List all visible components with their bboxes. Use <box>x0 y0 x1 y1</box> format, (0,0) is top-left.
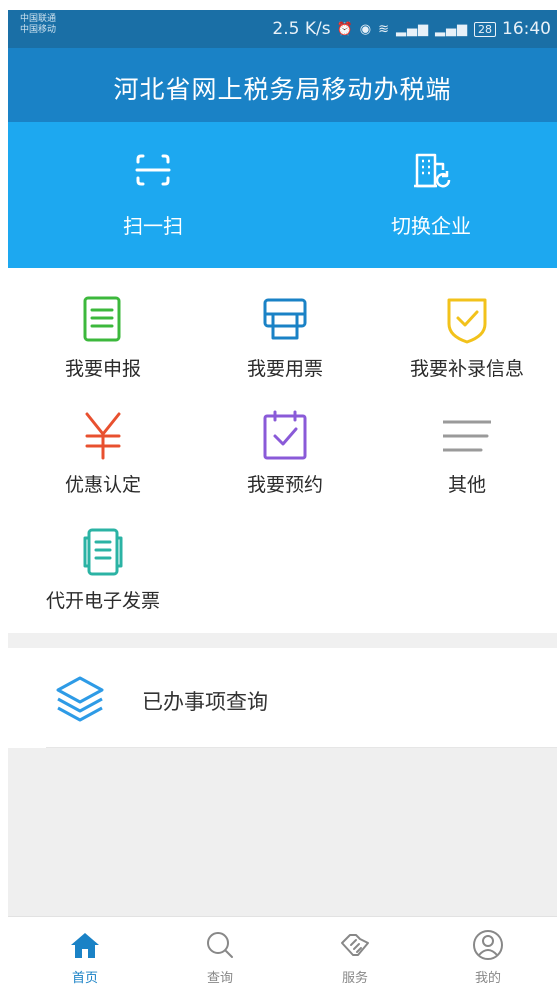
empty-area <box>8 748 557 916</box>
menu-lines-icon <box>443 420 491 452</box>
grid-item-discount[interactable]: 优惠认定 <box>18 410 188 497</box>
clock: 16:40 <box>502 19 551 39</box>
carrier-info: 中国联通 中国移动 <box>20 14 56 36</box>
declare-doc-icon <box>83 296 121 342</box>
signal-icon: ▂▄▆ <box>396 21 429 37</box>
home-icon <box>71 933 99 958</box>
tab-service-label: 服务 <box>341 971 368 984</box>
tab-service[interactable]: 服务 <box>315 929 395 984</box>
section-divider <box>8 633 557 648</box>
user-icon <box>473 930 503 960</box>
wifi-icon: ≋ <box>378 21 390 37</box>
shield-check-icon <box>447 298 487 344</box>
grid-item-appointment[interactable]: 我要预约 <box>200 410 370 497</box>
page-title: 河北省网上税务局移动办税端 <box>113 75 452 104</box>
scan-icon <box>135 154 171 186</box>
carrier-1: 中国联通 <box>20 14 57 24</box>
grid-label-ticket: 我要用票 <box>246 358 323 380</box>
status-bar: 中国联通 中国移动 2.5 K/s ⏰ ◉ ≋ ▂▄▆ ▂▄▆ 28 16:40 <box>8 10 557 48</box>
grid-item-e-invoice[interactable]: 代开电子发票 <box>18 526 188 613</box>
tab-home[interactable]: 首页 <box>45 929 125 984</box>
grid-label-declare: 我要申报 <box>64 358 141 380</box>
tab-mine-label: 我的 <box>474 971 501 984</box>
search-icon <box>207 932 233 958</box>
battery-icon: 28 <box>474 21 496 37</box>
quick-actions-bar: 扫一扫 切换企业 <box>8 122 557 268</box>
yen-icon <box>85 412 121 460</box>
grid-label-other: 其他 <box>447 474 486 496</box>
function-grid: 我要申报 我要用票 我要补录信息 优惠认定 我要预约 其他 代开电子发票 <box>8 268 557 633</box>
calendar-check-icon <box>263 410 307 460</box>
tab-query[interactable]: 查询 <box>180 929 260 984</box>
grid-item-other[interactable]: 其他 <box>382 410 552 497</box>
scan-button[interactable]: 扫一扫 <box>73 150 233 239</box>
grid-label-discount: 优惠认定 <box>64 474 141 496</box>
scan-label: 扫一扫 <box>123 214 183 238</box>
tab-mine[interactable]: 我的 <box>448 929 528 984</box>
printer-icon <box>263 298 307 340</box>
grid-item-declare[interactable]: 我要申报 <box>18 294 188 381</box>
carrier-2: 中国移动 <box>20 25 57 35</box>
switch-enterprise-button[interactable]: 切换企业 <box>351 150 511 239</box>
switch-enterprise-label: 切换企业 <box>391 214 471 238</box>
signal-2-icon: ▂▄▆ <box>435 21 468 37</box>
tab-home-label: 首页 <box>71 971 98 984</box>
status-indicators: 2.5 K/s ⏰ ◉ ≋ ▂▄▆ ▂▄▆ 28 16:40 <box>272 19 551 39</box>
handshake-icon <box>341 934 369 956</box>
layers-icon <box>56 676 104 722</box>
tab-query-label: 查询 <box>206 971 233 984</box>
grid-label-e-invoice: 代开电子发票 <box>45 590 160 612</box>
grid-label-supplement: 我要补录信息 <box>409 358 524 380</box>
grid-item-supplement[interactable]: 我要补录信息 <box>382 294 552 381</box>
bottom-tab-bar: 首页 查询 服务 我的 <box>8 916 557 984</box>
query-label: 已办事项查询 <box>142 690 268 714</box>
grid-label-appointment: 我要预约 <box>246 474 323 496</box>
eye-icon: ◉ <box>359 21 373 37</box>
completed-items-query[interactable]: 已办事项查询 <box>8 648 557 748</box>
alarm-icon: ⏰ <box>336 21 354 37</box>
grid-item-ticket[interactable]: 我要用票 <box>200 294 370 381</box>
invoice-icon <box>83 528 123 576</box>
building-switch-icon <box>414 153 451 188</box>
app-header: 河北省网上税务局移动办税端 <box>8 48 557 122</box>
network-speed: 2.5 K/s <box>272 19 331 39</box>
battery-level: 28 <box>474 21 496 37</box>
